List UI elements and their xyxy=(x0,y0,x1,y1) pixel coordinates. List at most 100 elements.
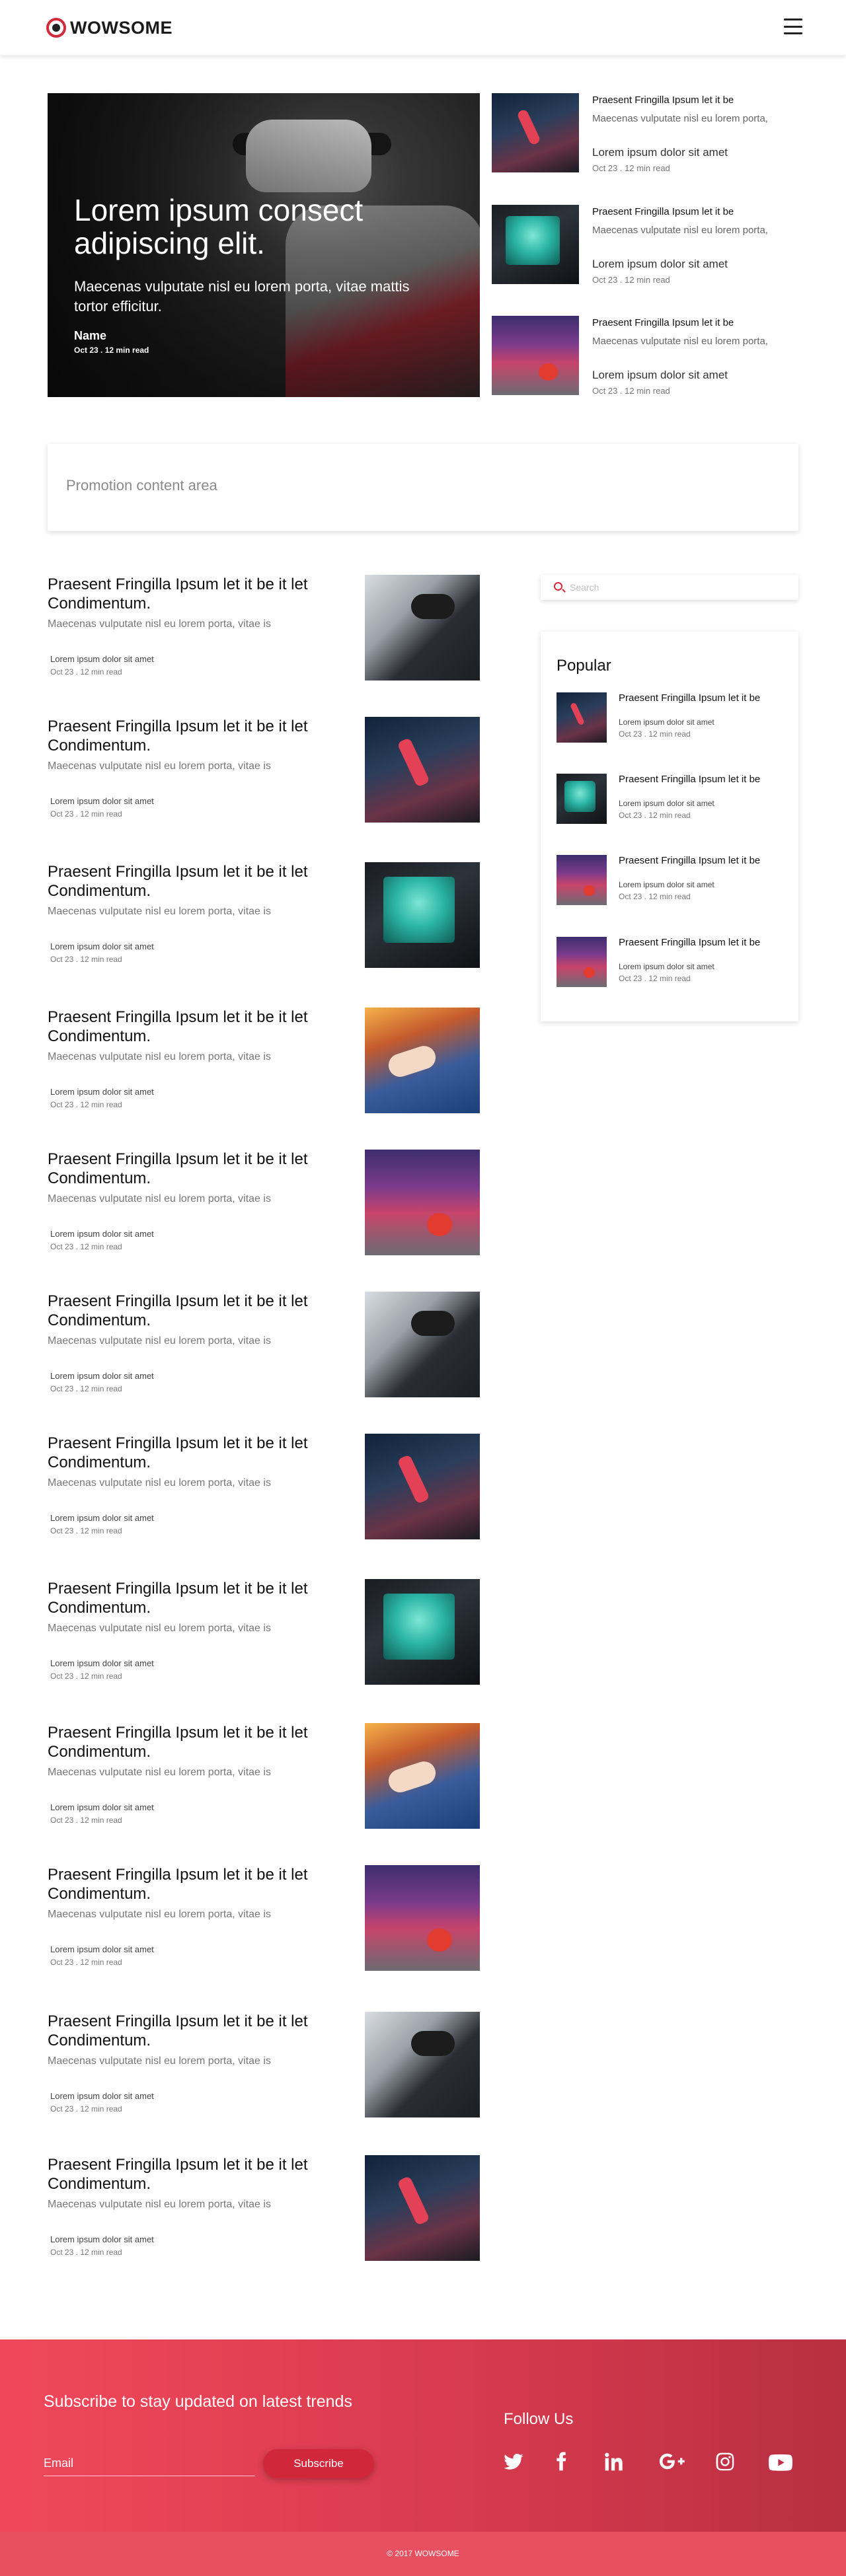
site-header: WOWSOME xyxy=(0,0,846,55)
article-thumbnail[interactable] xyxy=(365,1292,480,1397)
article-item[interactable]: Praesent Fringilla Ipsum let it be it le… xyxy=(48,1579,480,1685)
featured-desc: Maecenas vulputate nisl eu lorem porta, xyxy=(592,336,768,347)
article-subtitle: Lorem ipsum dolor sit amet xyxy=(50,1087,154,1097)
article-thumbnail[interactable] xyxy=(365,2155,480,2261)
popular-item[interactable]: Praesent Fringilla Ipsum let it be Lorem… xyxy=(557,937,781,987)
article-item[interactable]: Praesent Fringilla Ipsum let it be it le… xyxy=(48,717,480,823)
article-item[interactable]: Praesent Fringilla Ipsum let it be it le… xyxy=(48,2155,480,2261)
article-subtitle: Lorem ipsum dolor sit amet xyxy=(50,1229,154,1239)
hamburger-menu-icon[interactable] xyxy=(784,18,802,34)
article-title[interactable]: Praesent Fringilla Ipsum let it be it le… xyxy=(48,1292,358,1330)
article-item[interactable]: Praesent Fringilla Ipsum let it be it le… xyxy=(48,1723,480,1829)
featured-item[interactable]: Praesent Fringilla Ipsum let it be Maece… xyxy=(492,93,802,173)
article-desc: Maecenas vulputate nisl eu lorem porta, … xyxy=(48,1051,271,1062)
article-meta: Oct 23 . 12 min read xyxy=(50,1384,122,1393)
article-meta: Oct 23 . 12 min read xyxy=(50,1816,122,1825)
popular-item-title[interactable]: Praesent Fringilla Ipsum let it be xyxy=(619,855,760,866)
footer: Subscribe to stay updated on latest tren… xyxy=(0,2339,846,2532)
featured-thumbnail[interactable] xyxy=(492,93,579,172)
article-title[interactable]: Praesent Fringilla Ipsum let it be it le… xyxy=(48,1008,358,1046)
popular-item-subtitle: Lorem ipsum dolor sit amet xyxy=(619,718,714,727)
popular-title: Popular xyxy=(557,657,611,675)
featured-thumbnail[interactable] xyxy=(492,205,579,284)
article-meta: Oct 23 . 12 min read xyxy=(50,955,122,964)
article-title[interactable]: Praesent Fringilla Ipsum let it be it le… xyxy=(48,1434,358,1472)
article-title[interactable]: Praesent Fringilla Ipsum let it be it le… xyxy=(48,1723,358,1761)
popular-thumbnail[interactable] xyxy=(557,937,607,987)
hero-subtitle: Maecenas vulputate nisl eu lorem porta, … xyxy=(74,278,410,314)
article-title[interactable]: Praesent Fringilla Ipsum let it be it le… xyxy=(48,1865,358,1903)
article-thumbnail[interactable] xyxy=(365,1579,480,1685)
article-item[interactable]: Praesent Fringilla Ipsum let it be it le… xyxy=(48,1150,480,1255)
article-thumbnail[interactable] xyxy=(365,1434,480,1539)
article-subtitle: Lorem ipsum dolor sit amet xyxy=(50,654,154,664)
hero-title[interactable]: Lorem ipsum consect adipiscing elit. xyxy=(74,194,418,260)
featured-title[interactable]: Praesent Fringilla Ipsum let it be xyxy=(592,94,734,106)
search-input[interactable] xyxy=(570,580,781,595)
article-item[interactable]: Praesent Fringilla Ipsum let it be it le… xyxy=(48,575,480,681)
article-desc: Maecenas vulputate nisl eu lorem porta, … xyxy=(48,1623,271,1634)
featured-thumbnail[interactable] xyxy=(492,316,579,395)
article-meta: Oct 23 . 12 min read xyxy=(50,2248,122,2257)
article-thumbnail[interactable] xyxy=(365,2012,480,2117)
search-icon[interactable] xyxy=(554,582,562,591)
logo[interactable]: WOWSOME xyxy=(46,18,173,38)
article-title[interactable]: Praesent Fringilla Ipsum let it be it le… xyxy=(48,575,358,613)
popular-thumbnail[interactable] xyxy=(557,855,607,905)
hero-author[interactable]: Name xyxy=(74,329,106,343)
article-item[interactable]: Praesent Fringilla Ipsum let it be it le… xyxy=(48,1008,480,1113)
featured-item[interactable]: Praesent Fringilla Ipsum let it be Maece… xyxy=(492,316,802,396)
popular-item-title[interactable]: Praesent Fringilla Ipsum let it be xyxy=(619,692,760,704)
google-plus-icon[interactable] xyxy=(658,2450,686,2473)
hero-article[interactable]: Lorem ipsum consect adipiscing elit. Mae… xyxy=(48,93,480,397)
search-box xyxy=(541,575,798,600)
article-title[interactable]: Praesent Fringilla Ipsum let it be it le… xyxy=(48,1150,358,1188)
article-thumbnail[interactable] xyxy=(365,1723,480,1829)
article-thumbnail[interactable] xyxy=(365,1008,480,1113)
popular-thumbnail[interactable] xyxy=(557,774,607,824)
article-thumbnail[interactable] xyxy=(365,575,480,681)
article-title[interactable]: Praesent Fringilla Ipsum let it be it le… xyxy=(48,1579,358,1617)
article-subtitle: Lorem ipsum dolor sit amet xyxy=(50,1658,154,1668)
instagram-icon[interactable] xyxy=(714,2450,736,2473)
article-item[interactable]: Praesent Fringilla Ipsum let it be it le… xyxy=(48,1865,480,1971)
article-item[interactable]: Praesent Fringilla Ipsum let it be it le… xyxy=(48,2012,480,2117)
article-thumbnail[interactable] xyxy=(365,862,480,968)
article-thumbnail[interactable] xyxy=(365,717,480,823)
popular-item-title[interactable]: Praesent Fringilla Ipsum let it be xyxy=(619,937,760,948)
popular-item-title[interactable]: Praesent Fringilla Ipsum let it be xyxy=(619,774,760,785)
popular-item[interactable]: Praesent Fringilla Ipsum let it be Lorem… xyxy=(557,774,781,824)
featured-item[interactable]: Praesent Fringilla Ipsum let it be Maece… xyxy=(492,205,802,285)
facebook-icon[interactable] xyxy=(550,2450,572,2473)
article-meta: Oct 23 . 12 min read xyxy=(50,2104,122,2114)
linkedin-icon[interactable] xyxy=(603,2450,625,2473)
subscribe-title: Subscribe to stay updated on latest tren… xyxy=(44,2392,352,2411)
popular-item-subtitle: Lorem ipsum dolor sit amet xyxy=(619,880,714,889)
article-title[interactable]: Praesent Fringilla Ipsum let it be it le… xyxy=(48,2012,358,2050)
article-desc: Maecenas vulputate nisl eu lorem porta, … xyxy=(48,1767,271,1778)
article-title[interactable]: Praesent Fringilla Ipsum let it be it le… xyxy=(48,862,358,901)
article-subtitle: Lorem ipsum dolor sit amet xyxy=(50,2234,154,2244)
article-desc: Maecenas vulputate nisl eu lorem porta, … xyxy=(48,1477,271,1489)
article-item[interactable]: Praesent Fringilla Ipsum let it be it le… xyxy=(48,1434,480,1539)
twitter-icon[interactable] xyxy=(502,2450,525,2473)
featured-title[interactable]: Praesent Fringilla Ipsum let it be xyxy=(592,317,734,328)
featured-subtitle: Lorem ipsum dolor sit amet xyxy=(592,258,728,270)
article-title[interactable]: Praesent Fringilla Ipsum let it be it le… xyxy=(48,717,358,755)
featured-title[interactable]: Praesent Fringilla Ipsum let it be xyxy=(592,206,734,217)
popular-thumbnail[interactable] xyxy=(557,692,607,743)
article-subtitle: Lorem ipsum dolor sit amet xyxy=(50,941,154,951)
article-item[interactable]: Praesent Fringilla Ipsum let it be it le… xyxy=(48,1292,480,1397)
article-item[interactable]: Praesent Fringilla Ipsum let it be it le… xyxy=(48,862,480,968)
popular-item[interactable]: Praesent Fringilla Ipsum let it be Lorem… xyxy=(557,855,781,905)
email-field[interactable]: Email xyxy=(44,2456,255,2476)
featured-meta: Oct 23 . 12 min read xyxy=(592,275,670,285)
article-thumbnail[interactable] xyxy=(365,1150,480,1255)
youtube-icon[interactable] xyxy=(768,2450,793,2473)
popular-item-subtitle: Lorem ipsum dolor sit amet xyxy=(619,799,714,808)
article-thumbnail[interactable] xyxy=(365,1865,480,1971)
subscribe-button[interactable]: Subscribe xyxy=(263,2449,374,2478)
popular-item[interactable]: Praesent Fringilla Ipsum let it be Lorem… xyxy=(557,692,781,743)
article-title[interactable]: Praesent Fringilla Ipsum let it be it le… xyxy=(48,2155,358,2193)
article-desc: Maecenas vulputate nisl eu lorem porta, … xyxy=(48,760,271,772)
